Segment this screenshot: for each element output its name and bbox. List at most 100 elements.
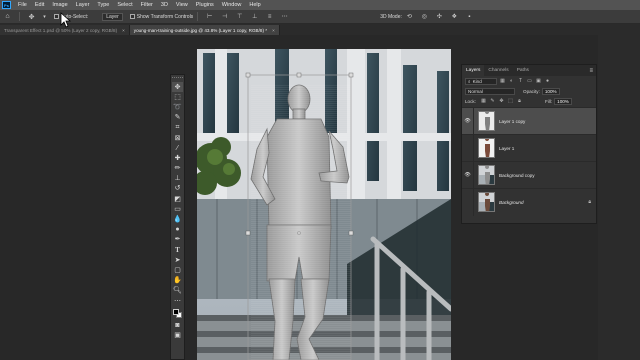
eye-icon[interactable]: 👁︎ bbox=[462, 107, 474, 135]
document-canvas[interactable] bbox=[197, 49, 451, 360]
menu-layer[interactable]: Layer bbox=[72, 2, 94, 8]
eyedropper-tool-icon[interactable]: ⁄ bbox=[172, 143, 183, 153]
tools-panel: ✥ ⬚ ➰ ✎ ⌗ ⊠ ⁄ ✚ ✏ ⊥ ↺ ◩ ▭ 💧 ● ✒ T ➤ ▢ ✋ … bbox=[170, 74, 185, 360]
quick-select-tool-icon[interactable]: ✎ bbox=[172, 113, 183, 123]
layer-row-layer-1-copy[interactable]: 👁︎ Layer 1 copy bbox=[462, 107, 596, 135]
home-icon[interactable]: ⌂ bbox=[3, 12, 12, 21]
menu-plugins[interactable]: Plugins bbox=[192, 2, 218, 8]
filter-kind-value: Kind bbox=[472, 78, 482, 84]
menu-help[interactable]: Help bbox=[245, 2, 264, 8]
search-icon: ⌕ bbox=[468, 78, 471, 84]
eye-hidden-icon[interactable] bbox=[462, 134, 474, 162]
fill-input[interactable]: 100% bbox=[554, 97, 573, 105]
zoom-tool-icon[interactable]: 🔍︎ bbox=[172, 286, 183, 296]
menu-type[interactable]: Type bbox=[93, 2, 113, 8]
tab-paths[interactable]: Paths bbox=[513, 65, 533, 76]
panel-menu-icon[interactable]: ≡ bbox=[589, 68, 593, 74]
panel-grip[interactable] bbox=[172, 77, 183, 80]
lock-transparent-icon[interactable]: ▦ bbox=[480, 98, 487, 105]
pen-tool-icon[interactable]: ✒ bbox=[172, 235, 183, 245]
align-middle-icon[interactable]: ⊥ bbox=[250, 12, 259, 21]
tab-layers[interactable]: Layers bbox=[462, 65, 485, 76]
lasso-tool-icon[interactable]: ➰ bbox=[172, 102, 183, 112]
marquee-tool-icon[interactable]: ⬚ bbox=[172, 92, 183, 102]
more-options-icon[interactable]: ⋯ bbox=[280, 12, 289, 21]
options-bar: ⌂ ✥ ▾ Auto-Select: Layer Show Transform … bbox=[0, 10, 640, 24]
lock-artboard-icon[interactable]: ⬚ bbox=[507, 98, 514, 105]
chevron-down-icon[interactable]: ▾ bbox=[42, 12, 47, 21]
eraser-tool-icon[interactable]: ◩ bbox=[172, 194, 183, 204]
tab-label: Transparent Effect 1.psd @ 50% (Layer 2 … bbox=[4, 27, 118, 33]
menu-bar: Ps File Edit Image Layer Type Select Fil… bbox=[0, 0, 640, 10]
menu-filter[interactable]: Filter bbox=[137, 2, 157, 8]
auto-select-checkbox[interactable] bbox=[54, 14, 59, 19]
align-top-icon[interactable]: ⊤ bbox=[235, 12, 244, 21]
lock-position-icon[interactable]: ✥ bbox=[498, 98, 505, 105]
filter-adjustment-icon[interactable]: ◐ bbox=[508, 78, 515, 85]
rectangle-tool-icon[interactable]: ▢ bbox=[172, 265, 183, 275]
eye-hidden-icon[interactable] bbox=[462, 188, 474, 216]
layer-row-background-copy[interactable]: 👁︎ Background copy bbox=[462, 161, 596, 189]
layer-thumbnail bbox=[478, 192, 495, 212]
lock-all-icon[interactable]: 🔒︎ bbox=[516, 98, 523, 105]
color-swatches[interactable] bbox=[172, 308, 183, 320]
eye-icon[interactable]: 👁︎ bbox=[462, 161, 474, 189]
healing-brush-tool-icon[interactable]: ✚ bbox=[172, 153, 183, 163]
blur-tool-icon[interactable]: 💧 bbox=[172, 214, 183, 224]
3d-pan-icon[interactable]: ✣ bbox=[435, 12, 444, 21]
3d-roll-icon[interactable]: ◎ bbox=[420, 12, 429, 21]
move-tool-icon[interactable]: ✥ bbox=[172, 82, 183, 93]
distribute-icon[interactable]: ≡ bbox=[265, 12, 274, 21]
layer-row-background[interactable]: Background 🔒︎ bbox=[462, 188, 596, 216]
quick-mask-icon[interactable]: ◙ bbox=[172, 320, 183, 330]
menu-view[interactable]: View bbox=[172, 2, 192, 8]
menu-file[interactable]: File bbox=[14, 2, 31, 8]
align-left-icon[interactable]: ⊢ bbox=[205, 12, 214, 21]
foreground-color-swatch[interactable] bbox=[173, 309, 179, 316]
3d-slide-icon[interactable]: ❖ bbox=[450, 12, 459, 21]
mouse-cursor-icon bbox=[60, 12, 72, 28]
close-icon[interactable]: × bbox=[272, 28, 275, 33]
frame-tool-icon[interactable]: ⊠ bbox=[172, 133, 183, 143]
menu-window[interactable]: Window bbox=[218, 2, 246, 8]
filter-type-icon[interactable]: T bbox=[517, 78, 524, 85]
filter-toggle-icon[interactable]: ● bbox=[544, 78, 551, 85]
type-tool-icon[interactable]: T bbox=[172, 245, 183, 255]
menu-3d[interactable]: 3D bbox=[157, 2, 172, 8]
auto-select-target-dropdown[interactable]: Layer bbox=[102, 12, 123, 21]
filter-smart-object-icon[interactable]: ▣ bbox=[535, 78, 542, 85]
dodge-tool-icon[interactable]: ● bbox=[172, 225, 183, 235]
blend-row: Normal Opacity: 100% bbox=[462, 86, 596, 96]
more-tools-icon[interactable]: ⋯ bbox=[172, 296, 183, 306]
gradient-tool-icon[interactable]: ▭ bbox=[172, 204, 183, 214]
brush-tool-icon[interactable]: ✏ bbox=[172, 164, 183, 174]
opacity-input[interactable]: 100% bbox=[541, 87, 560, 95]
layer-row-layer-1[interactable]: Layer 1 bbox=[462, 134, 596, 162]
hand-tool-icon[interactable]: ✋ bbox=[172, 276, 183, 286]
crop-tool-icon[interactable]: ⌗ bbox=[172, 123, 183, 133]
path-selection-tool-icon[interactable]: ➤ bbox=[172, 255, 183, 265]
3d-scale-icon[interactable]: ▪ bbox=[465, 12, 474, 21]
photoshop-window: Ps File Edit Image Layer Type Select Fil… bbox=[0, 0, 640, 360]
menu-edit[interactable]: Edit bbox=[31, 2, 48, 8]
lock-image-icon[interactable]: ✎ bbox=[489, 98, 496, 105]
show-transform-controls-checkbox[interactable] bbox=[129, 14, 135, 19]
lock-label: Lock: bbox=[465, 98, 476, 104]
align-center-icon[interactable]: ⊣ bbox=[220, 12, 229, 21]
filter-pixel-icon[interactable]: ▦ bbox=[499, 78, 506, 85]
menu-select[interactable]: Select bbox=[113, 2, 136, 8]
tab-young-man-training[interactable]: young-man-training-outside.jpg @ 43.8% (… bbox=[129, 25, 280, 35]
clone-stamp-tool-icon[interactable]: ⊥ bbox=[172, 174, 183, 184]
move-tool-icon[interactable]: ✥ bbox=[27, 12, 36, 21]
menu-image[interactable]: Image bbox=[48, 2, 71, 8]
3d-orbit-icon[interactable]: ⟲ bbox=[405, 12, 414, 21]
filter-kind-dropdown[interactable]: ⌕ Kind bbox=[465, 77, 497, 85]
screen-mode-icon[interactable]: ▣ bbox=[172, 330, 183, 340]
blend-mode-dropdown[interactable]: Normal bbox=[465, 87, 515, 95]
tab-channels[interactable]: Channels bbox=[484, 65, 512, 76]
history-brush-tool-icon[interactable]: ↺ bbox=[172, 184, 183, 194]
close-icon[interactable]: × bbox=[122, 28, 125, 33]
filter-shape-icon[interactable]: ▭ bbox=[526, 78, 533, 85]
layer-name: Layer 1 copy bbox=[499, 118, 526, 124]
layer-name: Layer 1 bbox=[499, 145, 515, 151]
